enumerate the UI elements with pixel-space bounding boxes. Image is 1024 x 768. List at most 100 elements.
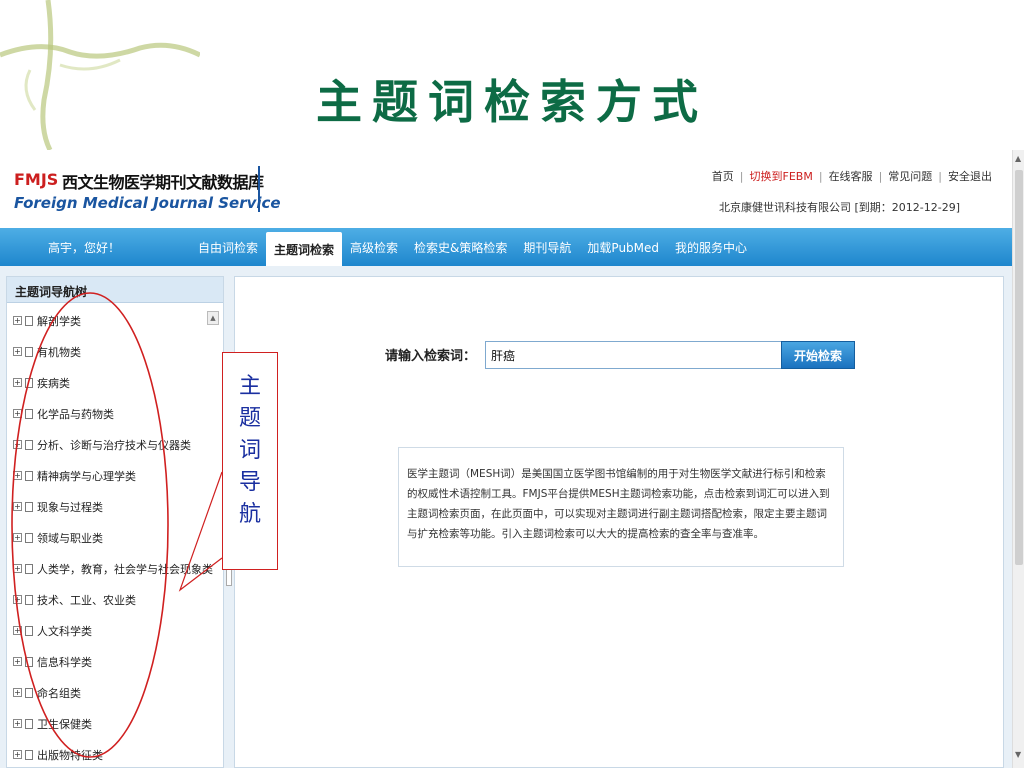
link-switch-febm[interactable]: 切换到FEBM [750, 168, 813, 184]
tree-item-label: 人文科学类 [37, 624, 92, 638]
document-icon [25, 470, 33, 481]
tab-history-strategy[interactable]: 检索史&策略检索 [406, 228, 515, 266]
expand-plus-icon[interactable]: + [13, 719, 22, 728]
tree-item[interactable]: + 化学品与药物类 [7, 398, 223, 429]
expand-plus-icon[interactable]: + [13, 626, 22, 635]
expand-plus-icon[interactable]: + [13, 409, 22, 418]
expand-plus-icon[interactable]: + [13, 471, 22, 480]
expand-plus-icon[interactable]: + [13, 595, 22, 604]
document-icon [25, 346, 33, 357]
scroll-down-arrow-icon[interactable]: ▼ [1015, 750, 1021, 759]
tree-item[interactable]: + 命名组类 [7, 677, 223, 708]
document-icon [25, 501, 33, 512]
annotation-char: 词 [238, 438, 261, 463]
link-separator: | [878, 169, 883, 183]
tree-item[interactable]: + 信息科学类 [7, 646, 223, 677]
link-faq[interactable]: 常见问题 [888, 168, 932, 184]
document-icon [25, 563, 33, 574]
tree-item-label: 命名组类 [37, 686, 81, 700]
tree-item[interactable]: + 人文科学类 [7, 615, 223, 646]
expand-plus-icon[interactable]: + [13, 316, 22, 325]
browser-screenshot: FMJS 西文生物医学期刊文献数据库 Foreign Medical Journ… [0, 150, 1024, 768]
expand-plus-icon[interactable]: + [13, 564, 22, 573]
document-icon [25, 315, 33, 326]
document-icon [25, 656, 33, 667]
tree-item-label: 技术、工业、农业类 [37, 593, 136, 607]
tree-item-label: 信息科学类 [37, 655, 92, 669]
tab-subject-search[interactable]: 主题词检索 [266, 232, 343, 266]
document-icon [25, 594, 33, 605]
tree-item-label: 化学品与药物类 [37, 407, 114, 421]
search-label: 请输入检索词： [385, 349, 477, 364]
tree-item[interactable]: + 领域与职业类 [7, 522, 223, 553]
link-separator: | [938, 169, 942, 183]
start-search-button[interactable]: 开始检索 [781, 341, 855, 369]
expand-plus-icon[interactable]: + [13, 347, 22, 356]
document-icon [25, 408, 33, 419]
link-online-service[interactable]: 在线客服 [829, 168, 873, 184]
scroll-up-arrow-icon[interactable]: ▲ [1015, 154, 1021, 163]
content-area: 主题词导航树 ▲ + 解剖学类 + 有机物类 + 疾病类 + 化学品与药物类 + 分析、诊断与治疗… [0, 266, 1012, 768]
link-separator: | [739, 169, 744, 183]
tree-item-label: 有机物类 [37, 345, 81, 359]
user-greeting: 高宇，您好！ [48, 241, 121, 255]
site-header: FMJS 西文生物医学期刊文献数据库 Foreign Medical Journ… [0, 150, 1012, 228]
subject-tree-panel: 主题词导航树 ▲ + 解剖学类 + 有机物类 + 疾病类 + 化学品与药物类 + 分析、诊断与治疗… [6, 276, 224, 768]
tree-item[interactable]: + 解剖学类 [7, 305, 223, 336]
tree-item-label: 出版物特征类 [37, 748, 103, 762]
document-icon [25, 439, 33, 450]
tree-item[interactable]: + 卫生保健类 [7, 708, 223, 739]
annotation-char: 导 [238, 470, 261, 495]
logo-chinese-name: 西文生物医学期刊文献数据库 [62, 173, 264, 192]
tree-item[interactable]: + 疾病类 [7, 367, 223, 398]
tab-free-text-search[interactable]: 自由词检索 [190, 228, 266, 266]
nav-items: 自由词检索 主题词检索 高级检索 检索史&策略检索 期刊导航 加载PubMed … [190, 228, 755, 266]
document-icon [25, 532, 33, 543]
document-icon [25, 718, 33, 729]
tab-load-pubmed[interactable]: 加载PubMed [579, 228, 667, 266]
main-navbar: 高宇，您好！ 自由词检索 主题词检索 高级检索 检索史&策略检索 期刊导航 加载… [0, 228, 1012, 266]
link-home[interactable]: 首页 [712, 168, 734, 184]
tree-item-label: 领域与职业类 [37, 531, 103, 545]
logo-abbreviation: FMJS [14, 170, 59, 189]
tree-item-label: 分析、诊断与治疗技术与仪器类 [37, 438, 191, 452]
document-icon [25, 625, 33, 636]
tree-item[interactable]: + 人类学，教育，社会学与社会现象类 [7, 553, 223, 584]
tree-item-label: 卫生保健类 [37, 717, 92, 731]
tree-panel-title: 主题词导航树 [7, 277, 223, 303]
tree-item[interactable]: + 现象与过程类 [7, 491, 223, 522]
annotation-char: 主 [238, 374, 261, 399]
expand-plus-icon[interactable]: + [13, 688, 22, 697]
annotation-callout-box: 主题词导航 [222, 352, 278, 570]
tree-item[interactable]: + 技术、工业、农业类 [7, 584, 223, 615]
expand-plus-icon[interactable]: + [13, 657, 22, 666]
tree-item[interactable]: + 分析、诊断与治疗技术与仪器类 [7, 429, 223, 460]
document-icon [25, 687, 33, 698]
scrollbar-thumb[interactable] [1015, 170, 1023, 565]
page-scrollbar[interactable]: ▲ ▼ [1012, 150, 1024, 768]
search-input[interactable] [485, 341, 785, 369]
tree-item-label: 人类学，教育，社会学与社会现象类 [37, 562, 213, 576]
tree-item[interactable]: + 精神病学与心理学类 [7, 460, 223, 491]
document-icon [25, 749, 33, 760]
tree-item-label: 现象与过程类 [37, 500, 103, 514]
annotation-char: 题 [238, 406, 261, 431]
expand-plus-icon[interactable]: + [13, 440, 22, 449]
expand-plus-icon[interactable]: + [13, 502, 22, 511]
mesh-description: 医学主题词（MESH词）是美国国立医学图书馆编制的用于对生物医学文献进行标引和检… [398, 447, 844, 567]
link-logout[interactable]: 安全退出 [948, 168, 992, 184]
document-icon [25, 377, 33, 388]
tree-item[interactable]: + 有机物类 [7, 336, 223, 367]
expand-plus-icon[interactable]: + [13, 750, 22, 759]
expand-plus-icon[interactable]: + [13, 378, 22, 387]
tab-advanced-search[interactable]: 高级检索 [342, 228, 406, 266]
tree-item[interactable]: + 出版物特征类 [7, 739, 223, 768]
tab-my-service-center[interactable]: 我的服务中心 [667, 228, 755, 266]
tree-item-label: 精神病学与心理学类 [37, 469, 136, 483]
subject-tree: + 解剖学类 + 有机物类 + 疾病类 + 化学品与药物类 + 分析、诊断与治疗技术与仪器类 + 精神… [7, 303, 223, 768]
tree-item-label: 疾病类 [37, 376, 70, 390]
tree-item-label: 解剖学类 [37, 314, 81, 328]
annotation-char: 航 [238, 502, 261, 527]
tab-journal-navigation[interactable]: 期刊导航 [515, 228, 579, 266]
expand-plus-icon[interactable]: + [13, 533, 22, 542]
